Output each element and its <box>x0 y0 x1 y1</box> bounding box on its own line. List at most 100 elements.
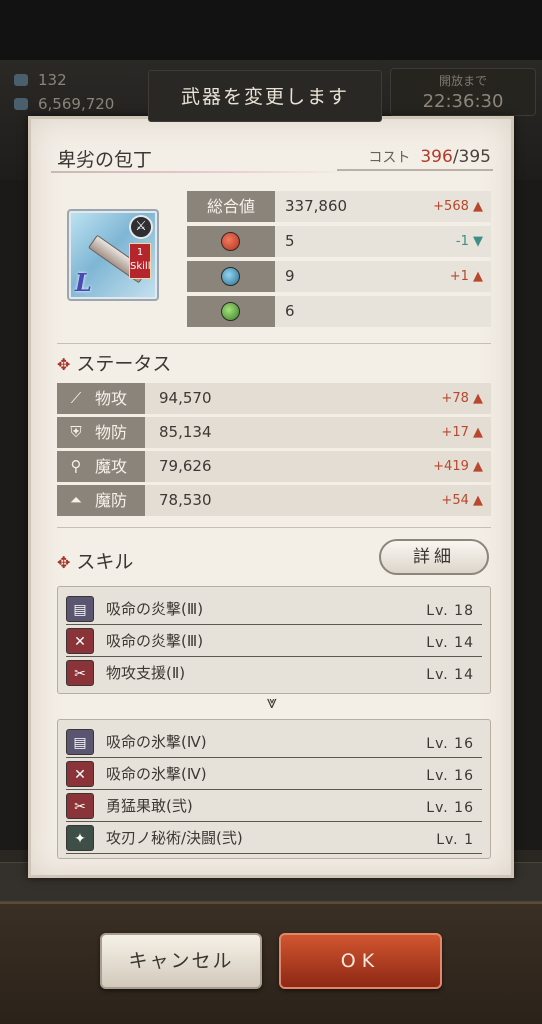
list-item: ✦ 攻刃ノ秘術/決闘(弐) Lv. 1 <box>66 822 482 854</box>
skill-level: Lv. 16 <box>426 736 474 752</box>
list-item: ✂ 勇猛果敢(弐) Lv. 16 <box>66 790 482 822</box>
skill-name: 攻刃ノ秘術/決闘(弐) <box>106 829 243 847</box>
skill-level: Lv. 14 <box>426 635 474 651</box>
status-row-matk: ⚲ 魔攻 79,626 +419 ▲ <box>57 451 491 482</box>
skill-title-text: スキル <box>76 551 134 573</box>
status-section-title: ✥ ステータス <box>57 349 171 376</box>
skill-badge: 1 Skill <box>129 243 151 279</box>
weapon-change-dialog: 卑劣の包丁 コスト 396/395 ⚔ 1 Skill L 総合値 337,860… <box>28 116 514 878</box>
skill-level: Lv. 18 <box>426 603 474 619</box>
background-stat-1: 132 <box>10 68 140 92</box>
list-item: ✂ 物攻支援(Ⅱ) Lv. 14 <box>66 657 482 689</box>
weapon-name: 卑劣の包丁 <box>57 149 153 171</box>
cost-current: 396 <box>420 147 453 167</box>
list-item: ▤ 吸命の炎撃(Ⅲ) Lv. 18 <box>66 593 482 625</box>
status-pdef-value: 85,134 <box>159 423 212 441</box>
rarity-label: L <box>75 268 92 297</box>
wizard-hat-icon: ⏶ <box>69 491 82 509</box>
water-orb-icon <box>221 267 240 286</box>
skill-level: Lv. 16 <box>426 800 474 816</box>
wand-icon: ⚲ <box>70 457 82 475</box>
cost-display: コスト 396/395 <box>339 147 491 167</box>
summary-row-total: 総合値 337,860 +568 ▲ <box>187 191 491 222</box>
book-icon: ▤ <box>66 729 94 755</box>
status-mdef-header: ⏶ 魔防 <box>57 485 145 516</box>
skill-name: 勇猛果敢(弐) <box>106 797 193 815</box>
support-icon: ✂ <box>66 660 94 686</box>
skill-name: 物攻支援(Ⅱ) <box>106 664 186 682</box>
summary-row-wind: 6 <box>187 296 491 327</box>
status-mdef-label: 魔防 <box>95 491 128 510</box>
status-row-pdef: ⛨ 物防 85,134 +17 ▲ <box>57 417 491 448</box>
footer-bar <box>0 902 542 1024</box>
water-orb-cell <box>187 261 275 292</box>
skill-name: 吸命の氷撃(Ⅳ) <box>106 733 207 751</box>
summary-water-value: 9 <box>285 267 295 285</box>
status-pdef-label: 物防 <box>95 423 128 442</box>
cancel-button[interactable]: キャンセル <box>100 933 262 989</box>
status-title-text: ステータス <box>76 353 172 375</box>
summary-row-fire: 5 -1 ▼ <box>187 226 491 257</box>
status-row-mdef: ⏶ 魔防 78,530 +54 ▲ <box>57 485 491 516</box>
background-stat-2: 6,569,720 <box>10 92 140 116</box>
skill-name: 吸命の炎撃(Ⅲ) <box>106 600 204 618</box>
status-patk-diff: +78 ▲ <box>441 391 483 406</box>
ok-button[interactable]: OK <box>279 933 442 989</box>
summary-total-value: 337,860 <box>285 197 348 215</box>
status-mdef-value: 78,530 <box>159 491 212 509</box>
skill-name: 吸命の炎撃(Ⅲ) <box>106 632 204 650</box>
list-item: ▤ 吸命の氷撃(Ⅳ) Lv. 16 <box>66 726 482 758</box>
divider <box>57 343 491 344</box>
timer-value: 22:36:30 <box>422 91 504 112</box>
summary-row-water: 9 +1 ▲ <box>187 261 491 292</box>
skill-badge-level: 1 <box>136 247 144 258</box>
crossed-swords-icon: ✕ <box>66 761 94 787</box>
detail-button[interactable]: 詳細 <box>379 539 489 575</box>
skill-level: Lv. 16 <box>426 768 474 784</box>
skill-section-title: ✥ スキル <box>57 547 133 574</box>
weapon-name-underline <box>51 171 351 173</box>
skill-name: 吸命の氷撃(Ⅳ) <box>106 765 207 783</box>
chevron-down-icon: ⩔ <box>266 692 278 713</box>
status-row-patk: ⟋ 物攻 94,570 +78 ▲ <box>57 383 491 414</box>
support-icon: ✂ <box>66 793 94 819</box>
diamond-star-icon: ✦ <box>66 825 94 851</box>
status-matk-diff: +419 ▲ <box>433 459 483 474</box>
weapon-icon[interactable]: ⚔ 1 Skill L <box>67 209 159 301</box>
wind-orb-cell <box>187 296 275 327</box>
book-icon: ▤ <box>66 596 94 622</box>
status-pdef-header: ⛨ 物防 <box>57 417 145 448</box>
wind-orb-icon <box>221 302 240 321</box>
sword-icon: ⚔ <box>129 215 153 239</box>
sword-icon: ⟋ <box>70 389 82 407</box>
summary-wind-value: 6 <box>285 302 295 320</box>
background-player-stats: 132 6,569,720 <box>10 68 140 120</box>
divider <box>57 527 491 528</box>
cost-max: /395 <box>452 147 491 167</box>
timer-label: 開放まで <box>438 74 487 88</box>
current-skill-list: ▤ 吸命の炎撃(Ⅲ) Lv. 18 ✕ 吸命の炎撃(Ⅲ) Lv. 14 ✂ 物攻… <box>57 586 491 694</box>
summary-fire-value: 5 <box>285 232 295 250</box>
cost-underline <box>337 169 493 171</box>
summary-total-label: 総合値 <box>187 191 275 222</box>
crossed-swords-icon: ✕ <box>66 628 94 654</box>
skill-level: Lv. 1 <box>436 832 474 848</box>
fire-orb-icon <box>221 232 240 251</box>
list-item: ✕ 吸命の炎撃(Ⅲ) Lv. 14 <box>66 625 482 657</box>
status-patk-header: ⟋ 物攻 <box>57 383 145 414</box>
summary-water-diff: +1 ▲ <box>449 269 483 284</box>
status-mdef-diff: +54 ▲ <box>441 493 483 508</box>
skill-level: Lv. 14 <box>426 667 474 683</box>
status-matk-value: 79,626 <box>159 457 212 475</box>
ornament-icon: ✥ <box>57 355 71 374</box>
status-matk-header: ⚲ 魔攻 <box>57 451 145 482</box>
status-patk-value: 94,570 <box>159 389 212 407</box>
ornament-icon: ✥ <box>57 553 71 572</box>
top-black-bar <box>0 0 542 60</box>
summary-fire-diff: -1 ▼ <box>455 234 483 249</box>
status-patk-label: 物攻 <box>95 389 128 408</box>
shield-icon: ⛨ <box>70 423 82 441</box>
dialog-title: 武器を変更します <box>148 70 382 122</box>
skill-badge-text: Skill <box>130 261 151 272</box>
list-item: ✕ 吸命の氷撃(Ⅳ) Lv. 16 <box>66 758 482 790</box>
